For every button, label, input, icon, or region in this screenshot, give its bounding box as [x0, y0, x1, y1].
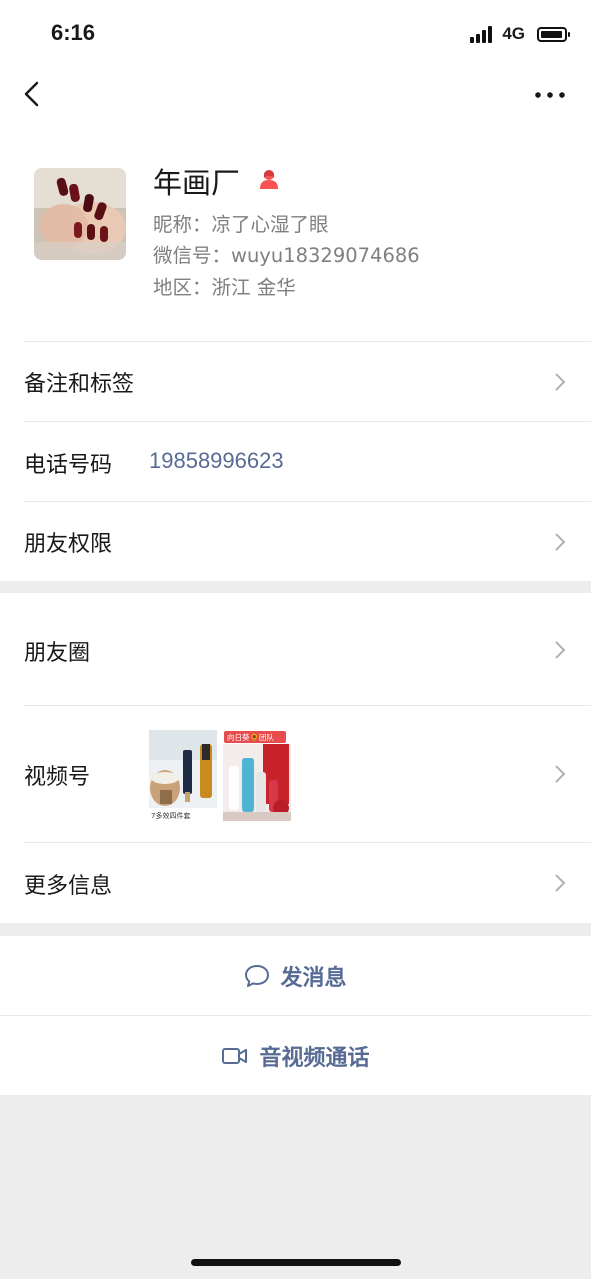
status-time: 6:16 — [51, 20, 96, 45]
avatar-image — [34, 168, 126, 260]
chevron-left-icon[interactable] — [20, 80, 50, 110]
ellipsis-icon[interactable] — [533, 83, 567, 107]
video-call-label: 音视频通话 — [259, 1045, 370, 1071]
video-camera-icon — [222, 1047, 248, 1064]
profile-region: 地区：浙江 金华 — [153, 276, 296, 299]
more-info-label: 更多信息 — [24, 874, 113, 899]
friend-permissions-row[interactable]: 朋友权限 — [0, 502, 591, 580]
phone-label: 电话号码 — [24, 453, 113, 478]
product-thumbnail-image: 向日葵🌻团队 — [223, 730, 291, 821]
more-info-row[interactable]: 更多信息 — [0, 843, 591, 923]
remark-tags-row[interactable]: 备注和标签 — [0, 342, 591, 421]
send-message-button[interactable]: 发消息 — [0, 936, 591, 1015]
chevron-right-icon — [555, 765, 566, 783]
female-user-icon — [260, 170, 278, 189]
thumb1-caption: 7多效四件套 — [151, 811, 190, 820]
content-group: 朋友圈 视频号 7多效四件套 向日葵🌻团队 更多信息 — [0, 593, 591, 923]
thumb2-caption: 向日葵🌻团队 — [227, 732, 274, 742]
profile-wechat-id: 微信号：wuyu18329074686 — [153, 244, 420, 267]
product-thumbnail-image: 7多效四件套 — [149, 730, 217, 821]
moments-row[interactable]: 朋友圈 — [0, 593, 591, 705]
chevron-right-icon — [555, 373, 566, 391]
moments-label: 朋友圈 — [24, 641, 91, 666]
chat-bubble-icon — [245, 964, 270, 987]
home-indicator[interactable] — [191, 1259, 401, 1266]
channels-thumbnail[interactable]: 向日葵🌻团队 — [223, 730, 291, 821]
chevron-right-icon — [555, 533, 566, 551]
settings-group: 备注和标签 电话号码 19858996623 朋友权限 — [0, 341, 591, 581]
remark-tags-label: 备注和标签 — [24, 372, 135, 397]
chevron-right-icon — [555, 641, 566, 659]
profile-header: 年画厂 昵称：凉了心湿了眼 微信号：wuyu18329074686 地区：浙江 … — [0, 120, 591, 341]
channels-row[interactable]: 视频号 7多效四件套 向日葵🌻团队 — [0, 706, 591, 842]
profile-name: 年画厂 — [153, 166, 241, 200]
status-icons: 4G — [470, 24, 570, 44]
channels-label: 视频号 — [24, 765, 91, 790]
video-call-button[interactable]: 音视频通话 — [0, 1016, 591, 1095]
status-bar: 6:16 4G — [0, 0, 591, 70]
battery-icon — [537, 26, 570, 42]
chevron-right-icon — [555, 874, 566, 892]
phone-number[interactable]: 19858996623 — [149, 448, 284, 474]
network-type: 4G — [502, 24, 525, 43]
send-message-label: 发消息 — [280, 965, 347, 991]
profile-nickname: 昵称：凉了心湿了眼 — [153, 213, 329, 236]
nav-bar — [0, 70, 591, 120]
signal-icon — [470, 25, 493, 43]
channels-thumbnail[interactable]: 7多效四件套 — [149, 730, 217, 821]
avatar[interactable] — [34, 168, 126, 260]
phone-row: 电话号码 19858996623 — [0, 422, 591, 501]
friend-permissions-label: 朋友权限 — [24, 532, 113, 557]
